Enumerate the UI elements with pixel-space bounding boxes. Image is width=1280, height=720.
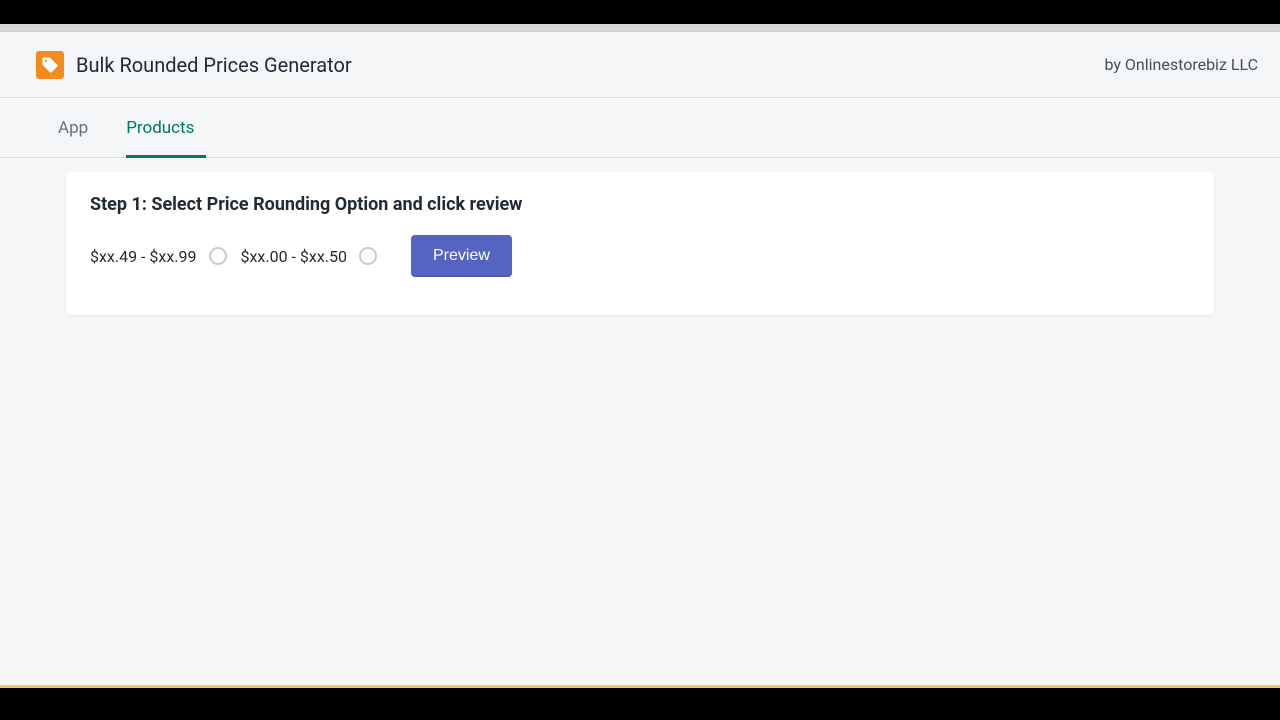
option-label: $xx.49 - $xx.99 bbox=[90, 247, 197, 266]
tab-label: Products bbox=[126, 118, 194, 138]
radio-00-50[interactable] bbox=[359, 247, 377, 265]
app-title: Bulk Rounded Prices Generator bbox=[76, 53, 352, 77]
header-left: Bulk Rounded Prices Generator bbox=[36, 51, 352, 79]
preview-button[interactable]: Preview bbox=[411, 235, 512, 277]
step-title: Step 1: Select Price Rounding Option and… bbox=[90, 194, 1190, 215]
radio-49-99[interactable] bbox=[209, 247, 227, 265]
step-card: Step 1: Select Price Rounding Option and… bbox=[66, 172, 1214, 315]
window-top-bar bbox=[0, 0, 1280, 24]
option-00-50: $xx.00 - $xx.50 bbox=[241, 247, 378, 266]
window-bottom-bar bbox=[0, 688, 1280, 720]
option-label: $xx.00 - $xx.50 bbox=[241, 247, 348, 266]
tab-bar: App Products bbox=[0, 98, 1280, 158]
price-tag-icon bbox=[36, 51, 64, 79]
content-area: Step 1: Select Price Rounding Option and… bbox=[0, 158, 1280, 329]
app-header: Bulk Rounded Prices Generator by Onlines… bbox=[0, 32, 1280, 98]
tab-app[interactable]: App bbox=[58, 98, 106, 157]
vendor-label: by Onlinestorebiz LLC bbox=[1104, 55, 1258, 74]
tab-products[interactable]: Products bbox=[126, 98, 212, 157]
tab-label: App bbox=[58, 118, 88, 138]
options-row: $xx.49 - $xx.99 $xx.00 - $xx.50 Preview bbox=[90, 235, 1190, 277]
option-49-99: $xx.49 - $xx.99 bbox=[90, 247, 227, 266]
header-divider bbox=[0, 24, 1280, 32]
